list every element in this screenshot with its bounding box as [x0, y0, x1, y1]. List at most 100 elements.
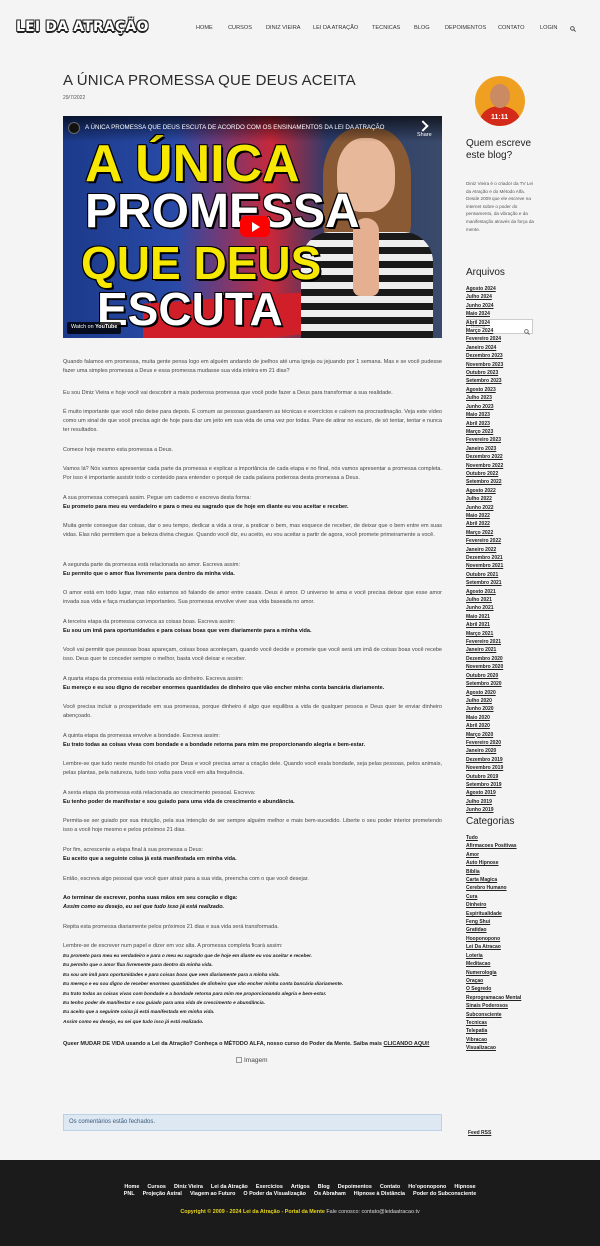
archive-link[interactable]: Janeiro 2020	[466, 747, 536, 755]
archive-link[interactable]: Fevereiro 2020	[466, 739, 536, 747]
archive-link[interactable]: Maio 2023	[466, 411, 536, 419]
archive-link[interactable]: Julho 2021	[466, 596, 536, 604]
archive-link[interactable]: Fevereiro 2022	[466, 537, 536, 545]
footer-link[interactable]: Blog	[318, 1184, 330, 1190]
archive-link[interactable]: Junho 2021	[466, 604, 536, 612]
category-link[interactable]: Tecnicas	[466, 1019, 536, 1027]
footer-link[interactable]: Contato	[380, 1184, 400, 1190]
archive-link[interactable]: Janeiro 2023	[466, 445, 536, 453]
archive-link[interactable]: Abril 2020	[466, 722, 536, 730]
play-button[interactable]	[240, 216, 270, 237]
footer-link[interactable]: Artigos	[291, 1184, 310, 1190]
category-link[interactable]: Telepatia	[466, 1027, 536, 1035]
category-link[interactable]: Dinheiro	[466, 901, 536, 909]
archive-link[interactable]: Julho 2020	[466, 697, 536, 705]
category-link[interactable]: Oraçao	[466, 977, 536, 985]
category-link[interactable]: Auto Hipnose	[466, 859, 536, 867]
archive-link[interactable]: Setembro 2023	[466, 377, 536, 385]
category-link[interactable]: Loteria	[466, 952, 536, 960]
archive-link[interactable]: Dezembro 2023	[466, 352, 536, 360]
archive-link[interactable]: Junho 2024	[466, 302, 536, 310]
footer-link[interactable]: PNL	[124, 1191, 135, 1197]
category-link[interactable]: Afirmacoes Positivas	[466, 842, 536, 850]
archive-link[interactable]: Agosto 2020	[466, 689, 536, 697]
category-link[interactable]: Reprogramacao Mental	[466, 994, 536, 1002]
archive-link[interactable]: Novembro 2019	[466, 764, 536, 772]
archive-link[interactable]: Novembro 2022	[466, 462, 536, 470]
archive-link[interactable]: Março 2020	[466, 731, 536, 739]
archive-link[interactable]: Junho 2020	[466, 705, 536, 713]
category-link[interactable]: Numerologia	[466, 969, 536, 977]
archive-link[interactable]: Abril 2023	[466, 420, 536, 428]
footer-link[interactable]: Exercícios	[256, 1184, 283, 1190]
archive-link[interactable]: Agosto 2019	[466, 789, 536, 797]
archive-link[interactable]: Agosto 2022	[466, 487, 536, 495]
nav-blog[interactable]: Blog	[414, 25, 430, 31]
category-link[interactable]: Bíblia	[466, 868, 536, 876]
archive-link[interactable]: Janeiro 2024	[466, 344, 536, 352]
footer-link[interactable]: Viagem ao Futuro	[190, 1191, 235, 1197]
nav-depoimentos[interactable]: Depoimentos	[445, 25, 486, 31]
footer-link[interactable]: Os Abraham	[314, 1191, 346, 1197]
category-link[interactable]: Visualizacao	[466, 1044, 536, 1052]
footer-link[interactable]: Diniz Vieira	[174, 1184, 203, 1190]
archive-link[interactable]: Março 2022	[466, 529, 536, 537]
channel-avatar-icon[interactable]	[68, 122, 80, 134]
category-link[interactable]: Meditacao	[466, 960, 536, 968]
archive-link[interactable]: Junho 2022	[466, 504, 536, 512]
archive-link[interactable]: Setembro 2022	[466, 478, 536, 486]
archive-link[interactable]: Agosto 2023	[466, 386, 536, 394]
video-title[interactable]: A ÚNICA PROMESSA QUE DEUS ESCUTA DE ACOR…	[85, 124, 384, 131]
category-link[interactable]: Sinais Poderosos	[466, 1002, 536, 1010]
archive-link[interactable]: Março 2021	[466, 630, 536, 638]
footer-link[interactable]: Cursos	[147, 1184, 166, 1190]
archive-link[interactable]: Dezembro 2019	[466, 756, 536, 764]
watch-on-youtube-button[interactable]: Watch on YouTube	[67, 322, 122, 334]
archive-link[interactable]: Janeiro 2022	[466, 546, 536, 554]
nav-tecnicas[interactable]: Tecnicas	[372, 25, 400, 31]
category-link[interactable]: Cura	[466, 893, 536, 901]
archive-link[interactable]: Julho 2022	[466, 495, 536, 503]
archive-link[interactable]: Setembro 2019	[466, 781, 536, 789]
cta-link[interactable]: CLICANDO AQUI!	[384, 1041, 430, 1047]
footer-link[interactable]: Ho'oponopono	[408, 1184, 446, 1190]
archive-link[interactable]: Novembro 2021	[466, 562, 536, 570]
archive-link[interactable]: Julho 2023	[466, 394, 536, 402]
archive-link[interactable]: Maio 2022	[466, 512, 536, 520]
share-label[interactable]: Share	[417, 132, 432, 138]
category-link[interactable]: Amor	[466, 851, 536, 859]
archive-link[interactable]: Outubro 2022	[466, 470, 536, 478]
footer-link[interactable]: Projeção Astral	[143, 1191, 182, 1197]
nav-lei-da-atracao[interactable]: Lei da Atração	[313, 25, 358, 31]
footer-link[interactable]: Depoimentos	[338, 1184, 372, 1190]
category-link[interactable]: Tudo	[466, 834, 536, 842]
archive-link[interactable]: Outubro 2020	[466, 672, 536, 680]
nav-diniz-vieira[interactable]: Diniz Vieira	[266, 25, 301, 31]
footer-link[interactable]: Poder do Subconsciente	[413, 1191, 476, 1197]
nav-cursos[interactable]: Cursos	[228, 25, 252, 31]
category-link[interactable]: Lei Da Atracao	[466, 943, 536, 951]
archive-link[interactable]: Setembro 2021	[466, 579, 536, 587]
archive-link[interactable]: Agosto 2024	[466, 285, 536, 293]
nav-contato[interactable]: Contato	[498, 25, 524, 31]
archive-link[interactable]: Fevereiro 2023	[466, 436, 536, 444]
archive-link[interactable]: Novembro 2020	[466, 663, 536, 671]
category-link[interactable]: Gratidao	[466, 926, 536, 934]
archive-link[interactable]: Março 2023	[466, 428, 536, 436]
archive-link[interactable]: Dezembro 2021	[466, 554, 536, 562]
archive-link[interactable]: Abril 2022	[466, 520, 536, 528]
archive-link[interactable]: Outubro 2019	[466, 773, 536, 781]
archive-link[interactable]: Outubro 2023	[466, 369, 536, 377]
archive-link[interactable]: Março 2024	[466, 327, 536, 335]
nav-login[interactable]: Login	[540, 25, 557, 31]
footer-link[interactable]: Home	[124, 1184, 139, 1190]
archive-link[interactable]: Dezembro 2022	[466, 453, 536, 461]
archive-link[interactable]: Fevereiro 2024	[466, 335, 536, 343]
archive-link[interactable]: Janeiro 2021	[466, 646, 536, 654]
archive-link[interactable]: Fevereiro 2021	[466, 638, 536, 646]
category-link[interactable]: Feng Shui	[466, 918, 536, 926]
archive-link[interactable]: Maio 2020	[466, 714, 536, 722]
archive-link[interactable]: Julho 2019	[466, 798, 536, 806]
archive-link[interactable]: Maio 2021	[466, 613, 536, 621]
category-link[interactable]: Cerebro Humano	[466, 884, 536, 892]
